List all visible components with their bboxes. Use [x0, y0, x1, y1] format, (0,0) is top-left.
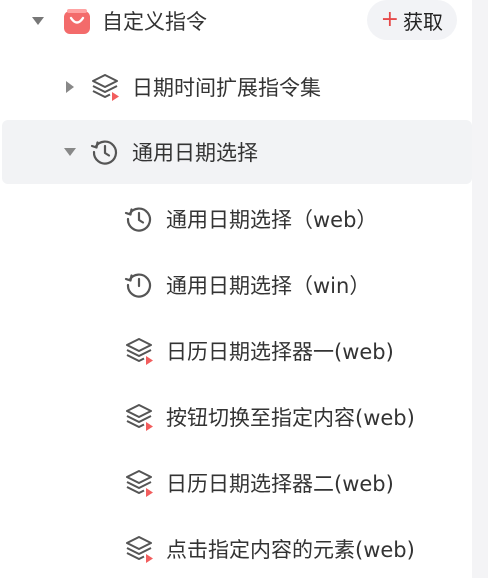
shopping-bag-icon: [62, 6, 92, 36]
group-header-custom-commands[interactable]: 自定义指令 + 获取: [0, 0, 472, 42]
tree-child-item[interactable]: 通用日期选择（win）: [0, 264, 472, 306]
tree-child-item[interactable]: 按钮切换至指定内容(web): [0, 396, 472, 438]
tree-child-label: 点击指定内容的元素(web): [166, 538, 415, 562]
fetch-button[interactable]: + 获取: [366, 0, 457, 40]
layers-icon: [90, 72, 120, 102]
tree-child-label: 通用日期选择（web）: [166, 208, 378, 232]
tree-child-item[interactable]: 日历日期选择器一(web): [0, 330, 472, 372]
tree-child-item[interactable]: 日历日期选择器二(web): [0, 462, 472, 504]
layers-icon: [124, 402, 154, 432]
caret-right-icon[interactable]: [64, 81, 76, 93]
layers-icon: [124, 534, 154, 564]
history-clock-icon: [124, 270, 154, 300]
history-clock-icon: [90, 137, 120, 167]
tree-child-label: 按钮切换至指定内容(web): [166, 406, 415, 430]
tree-item-label: 日期时间扩展指令集: [132, 76, 321, 100]
tree-child-label: 通用日期选择（win）: [166, 274, 371, 298]
command-tree: 自定义指令 + 获取 日期时间扩展指令集 通用日期选择 通用日期选择（web） …: [0, 0, 472, 578]
tree-item-label: 通用日期选择: [132, 141, 258, 165]
tree-child-item[interactable]: 通用日期选择（web）: [0, 198, 472, 240]
fetch-button-label: 获取: [403, 9, 443, 34]
caret-down-icon[interactable]: [64, 146, 76, 158]
tree-child-label: 日历日期选择器二(web): [166, 472, 394, 496]
history-clock-icon: [124, 204, 154, 234]
tree-child-item[interactable]: 点击指定内容的元素(web): [0, 528, 472, 570]
layers-icon: [124, 468, 154, 498]
tree-child-label: 日历日期选择器一(web): [166, 340, 394, 364]
tree-item-general-date-select[interactable]: 通用日期选择: [2, 120, 472, 184]
tree-item-datetime-extension[interactable]: 日期时间扩展指令集: [0, 66, 472, 108]
caret-down-icon[interactable]: [32, 15, 44, 27]
group-title: 自定义指令: [102, 10, 207, 34]
plus-icon: +: [380, 7, 399, 32]
layers-icon: [124, 336, 154, 366]
scrollbar-track[interactable]: [472, 0, 488, 578]
